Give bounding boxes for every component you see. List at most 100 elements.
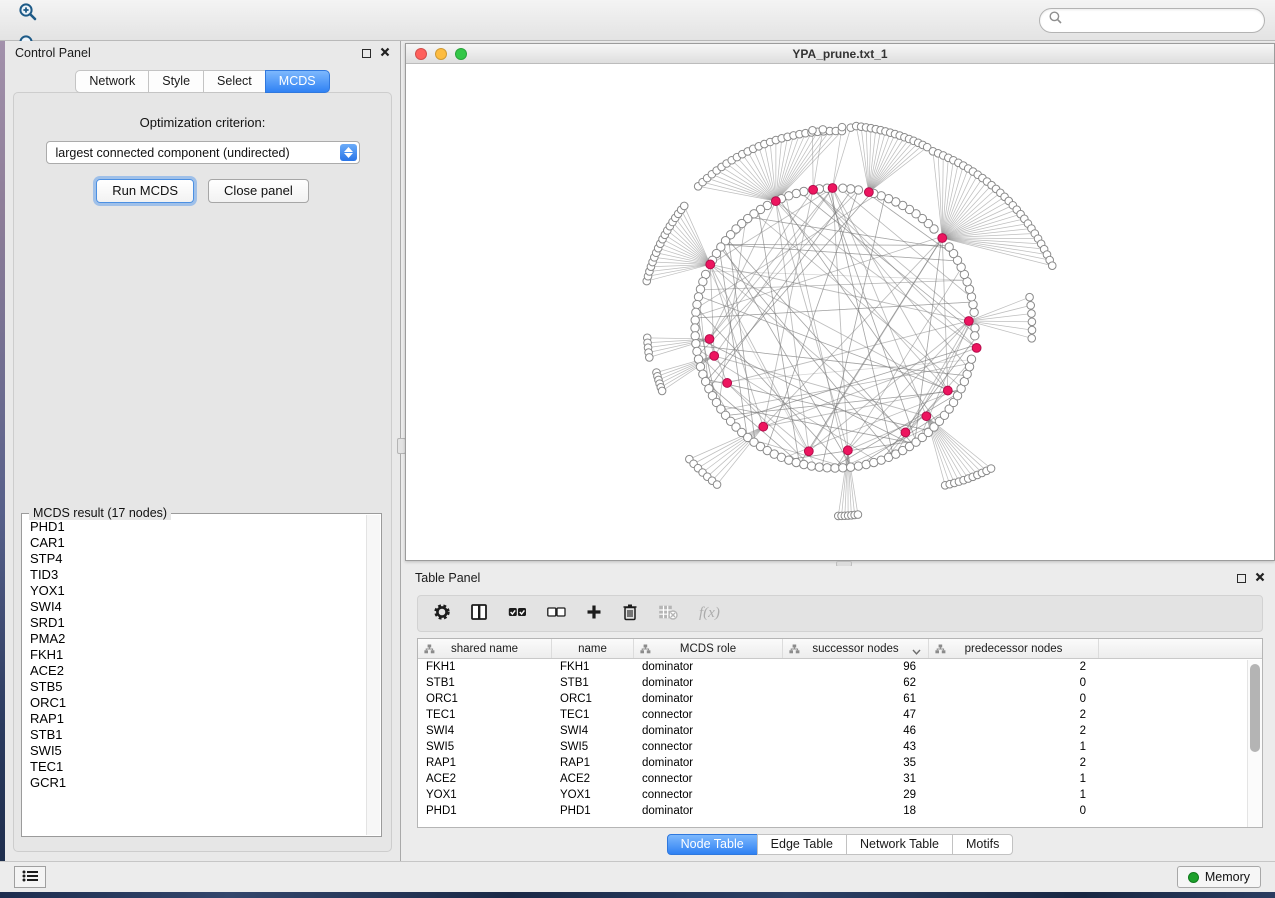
deselect-all-button[interactable] (547, 605, 566, 622)
network-node[interactable] (846, 185, 854, 193)
mcds-hub-node[interactable] (964, 317, 973, 326)
mcds-hub-node[interactable] (759, 422, 768, 431)
delete-column-button[interactable] (622, 603, 638, 624)
mcds-result-item[interactable]: TEC1 (30, 759, 366, 775)
mcds-hub-node[interactable] (922, 412, 931, 421)
mcds-result-item[interactable]: CAR1 (30, 535, 366, 551)
network-canvas[interactable] (406, 64, 1274, 560)
close-panel-icon[interactable] (380, 44, 390, 62)
optimization-criterion-select[interactable]: largest connected component (undirected) (46, 141, 360, 164)
add-column-button[interactable] (586, 604, 602, 623)
network-node[interactable] (854, 186, 862, 194)
mcds-hub-node[interactable] (938, 234, 947, 243)
network-node[interactable] (713, 481, 721, 489)
mcds-result-item[interactable]: STB1 (30, 727, 366, 743)
tab-network-table[interactable]: Network Table (846, 834, 953, 855)
table-row[interactable]: TEC1TEC1connector472 (418, 707, 1262, 723)
network-node[interactable] (971, 324, 979, 332)
minimize-window-icon[interactable] (435, 48, 447, 60)
network-node[interactable] (693, 347, 701, 355)
mcds-hub-node[interactable] (809, 185, 818, 194)
network-node[interactable] (1028, 318, 1036, 326)
tab-edge-table[interactable]: Edge Table (757, 834, 847, 855)
column-header-name[interactable]: name (552, 639, 634, 658)
network-node[interactable] (693, 300, 701, 308)
mcds-result-item[interactable]: STP4 (30, 551, 366, 567)
table-row[interactable]: STB1STB1dominator620 (418, 675, 1262, 691)
status-list-button[interactable] (14, 866, 46, 888)
table-row[interactable]: ACE2ACE2connector311 (418, 771, 1262, 787)
mcds-result-item[interactable]: PHD1 (30, 519, 366, 535)
network-node[interactable] (691, 332, 699, 340)
network-node[interactable] (1048, 262, 1056, 270)
network-node[interactable] (967, 355, 975, 363)
network-node[interactable] (694, 355, 702, 363)
tab-select[interactable]: Select (203, 70, 266, 93)
zoom-in-button[interactable] (10, 0, 46, 29)
mcds-hub-node[interactable] (828, 184, 837, 193)
network-window-titlebar[interactable]: YPA_prune.txt_1 (406, 44, 1274, 64)
network-node[interactable] (970, 308, 978, 316)
mcds-hub-node[interactable] (804, 447, 813, 456)
network-node[interactable] (971, 332, 979, 340)
network-node[interactable] (800, 460, 808, 468)
mcds-result-item[interactable]: SRD1 (30, 615, 366, 631)
column-header-shared-name[interactable]: shared name (418, 639, 552, 658)
columns-button[interactable] (471, 604, 488, 624)
network-node[interactable] (646, 354, 654, 362)
network-node[interactable] (691, 324, 699, 332)
network-node[interactable] (694, 293, 702, 301)
network-node[interactable] (692, 339, 700, 347)
network-node[interactable] (967, 293, 975, 301)
mcds-result-item[interactable]: SWI4 (30, 599, 366, 615)
mcds-result-item[interactable]: GCR1 (30, 775, 366, 791)
mcds-result-item[interactable]: ORC1 (30, 695, 366, 711)
network-node[interactable] (854, 511, 862, 519)
mcds-hub-node[interactable] (710, 351, 719, 360)
mcds-result-scrollbar[interactable] (366, 515, 380, 835)
table-row[interactable]: SWI5SWI5connector431 (418, 739, 1262, 755)
close-table-panel-icon[interactable] (1255, 569, 1265, 587)
table-row[interactable]: FKH1FKH1dominator962 (418, 659, 1262, 675)
tab-network[interactable]: Network (75, 70, 149, 93)
mcds-hub-node[interactable] (843, 446, 852, 455)
mcds-result-item[interactable]: RAP1 (30, 711, 366, 727)
mcds-result-item[interactable]: PMA2 (30, 631, 366, 647)
network-node[interactable] (831, 464, 839, 472)
network-node[interactable] (1026, 293, 1034, 301)
network-node[interactable] (680, 202, 688, 210)
tab-node-table[interactable]: Node Table (667, 834, 758, 855)
mcds-hub-node[interactable] (864, 188, 873, 197)
tab-style[interactable]: Style (148, 70, 204, 93)
network-node[interactable] (839, 184, 847, 192)
network-node[interactable] (658, 387, 666, 395)
mcds-hub-node[interactable] (901, 428, 910, 437)
network-node[interactable] (945, 243, 953, 251)
network-node[interactable] (691, 316, 699, 324)
close-window-icon[interactable] (415, 48, 427, 60)
network-node[interactable] (823, 464, 831, 472)
network-node[interactable] (1028, 310, 1036, 318)
mcds-hub-node[interactable] (943, 386, 952, 395)
network-node[interactable] (696, 285, 704, 293)
network-node[interactable] (1027, 302, 1035, 310)
network-node[interactable] (692, 308, 700, 316)
network-node[interactable] (846, 463, 854, 471)
network-node[interactable] (987, 465, 995, 473)
mcds-hub-node[interactable] (706, 260, 715, 269)
network-node[interactable] (969, 300, 977, 308)
network-node[interactable] (807, 462, 815, 470)
select-all-button[interactable] (508, 605, 527, 622)
gear-button[interactable] (433, 603, 451, 624)
column-header-predecessor-nodes[interactable]: predecessor nodes (929, 639, 1099, 658)
tab-motifs[interactable]: Motifs (952, 834, 1013, 855)
network-node[interactable] (819, 126, 827, 134)
table-row[interactable]: ORC1ORC1dominator610 (418, 691, 1262, 707)
table-row[interactable]: PHD1PHD1dominator180 (418, 803, 1262, 819)
zoom-window-icon[interactable] (455, 48, 467, 60)
close-panel-button[interactable]: Close panel (208, 179, 309, 203)
mcds-hub-node[interactable] (972, 344, 981, 353)
search-box[interactable] (1039, 8, 1265, 33)
search-input[interactable] (1068, 13, 1255, 27)
network-node[interactable] (809, 126, 817, 134)
